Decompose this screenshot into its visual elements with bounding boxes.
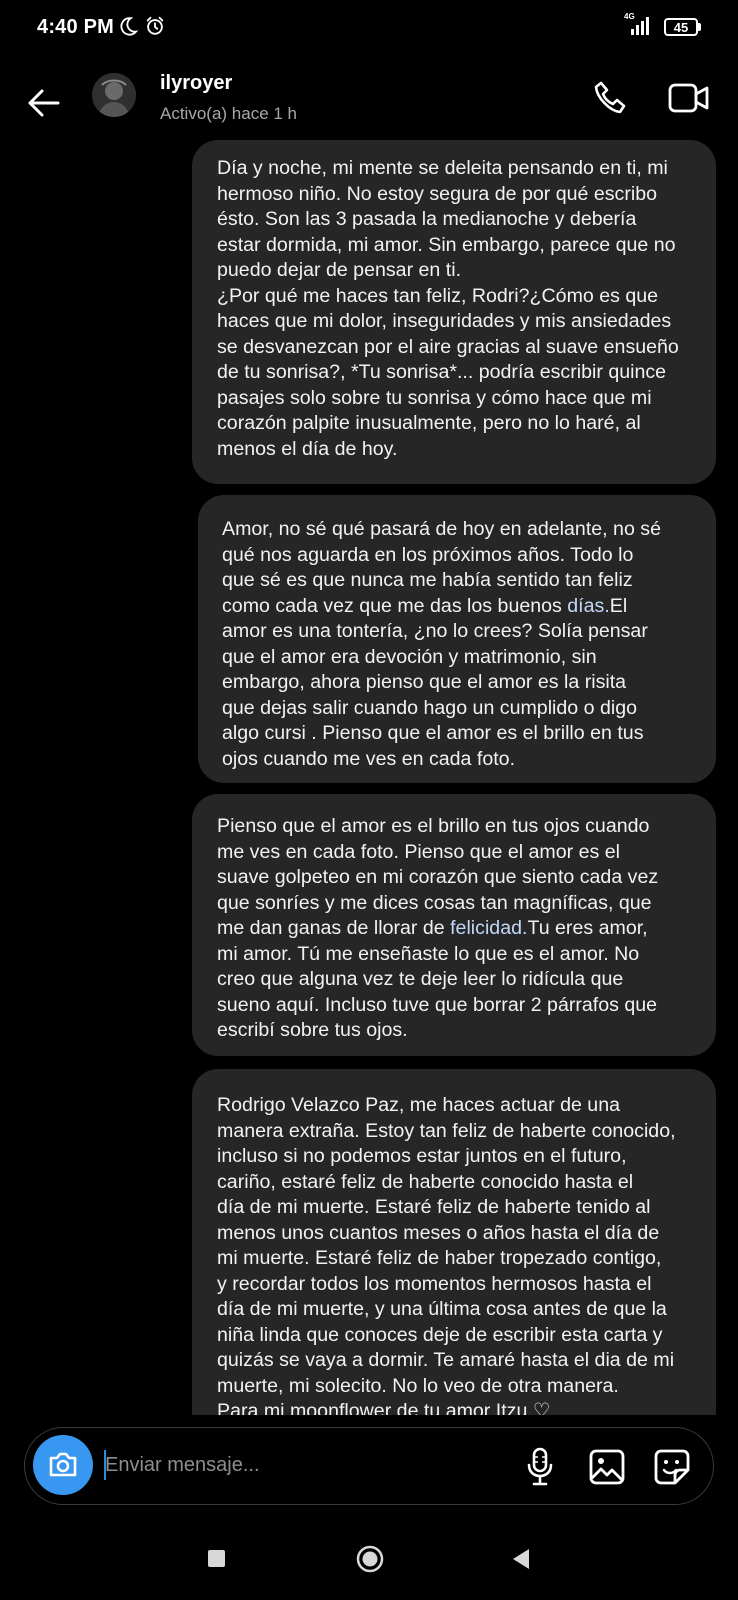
status-bar: 4:40 PM 4G 45 (0, 0, 738, 56)
phone-icon[interactable] (590, 78, 630, 118)
avatar-image (92, 73, 136, 117)
camera-icon (49, 1452, 77, 1477)
signal-icon (631, 17, 649, 35)
home-icon[interactable] (356, 1545, 384, 1573)
message-text: Día y noche, mi mente se deleita pensand… (217, 157, 679, 460)
message-composer (24, 1427, 714, 1505)
video-call-icon[interactable] (668, 80, 710, 116)
message-text-part: El amor es una tontería, ¿no lo crees? S… (222, 594, 648, 770)
message-bubble[interactable]: Rodrigo Velazco Paz, me haces actuar de … (192, 1069, 716, 1415)
message-input[interactable] (105, 1446, 405, 1484)
message-text: Amor, no sé qué pasará de hoy en adelant… (222, 517, 702, 772)
back-arrow-icon[interactable] (22, 82, 64, 124)
message-bubble[interactable]: Pienso que el amor es el brillo en tus o… (192, 794, 716, 1056)
battery-level: 45 (673, 19, 689, 35)
chat-header: ilyroyer Activo(a) hace 1 h (0, 60, 738, 140)
presence-status: Activo(a) hace 1 h (160, 104, 298, 123)
status-time: 4:40 PM (37, 16, 114, 38)
sticker-icon[interactable] (653, 1448, 691, 1486)
recent-apps-icon[interactable] (208, 1550, 225, 1567)
alarm-icon (146, 16, 164, 35)
avatar[interactable] (92, 73, 136, 117)
message-bubble[interactable]: Amor, no sé qué pasará de hoy en adelant… (198, 495, 716, 783)
message-link[interactable]: felicidad. (450, 917, 527, 939)
battery-nub (698, 23, 701, 31)
message-thread[interactable]: Día y noche, mi mente se deleita pensand… (0, 140, 738, 1415)
camera-button[interactable] (33, 1435, 93, 1495)
gallery-icon[interactable] (588, 1448, 626, 1486)
moon-icon (120, 17, 139, 36)
contact-username[interactable]: ilyroyer (160, 72, 232, 95)
message-text: Pienso que el amor es el brillo en tus o… (217, 814, 702, 1044)
message-link[interactable]: días. (567, 595, 609, 617)
battery-icon: 45 (664, 18, 698, 36)
message-text: Rodrigo Velazco Paz, me haces actuar de … (217, 1094, 676, 1415)
back-icon[interactable] (510, 1547, 532, 1571)
microphone-icon[interactable] (525, 1447, 555, 1487)
message-bubble[interactable]: Día y noche, mi mente se deleita pensand… (192, 140, 716, 484)
system-nav-bar (0, 1525, 738, 1600)
